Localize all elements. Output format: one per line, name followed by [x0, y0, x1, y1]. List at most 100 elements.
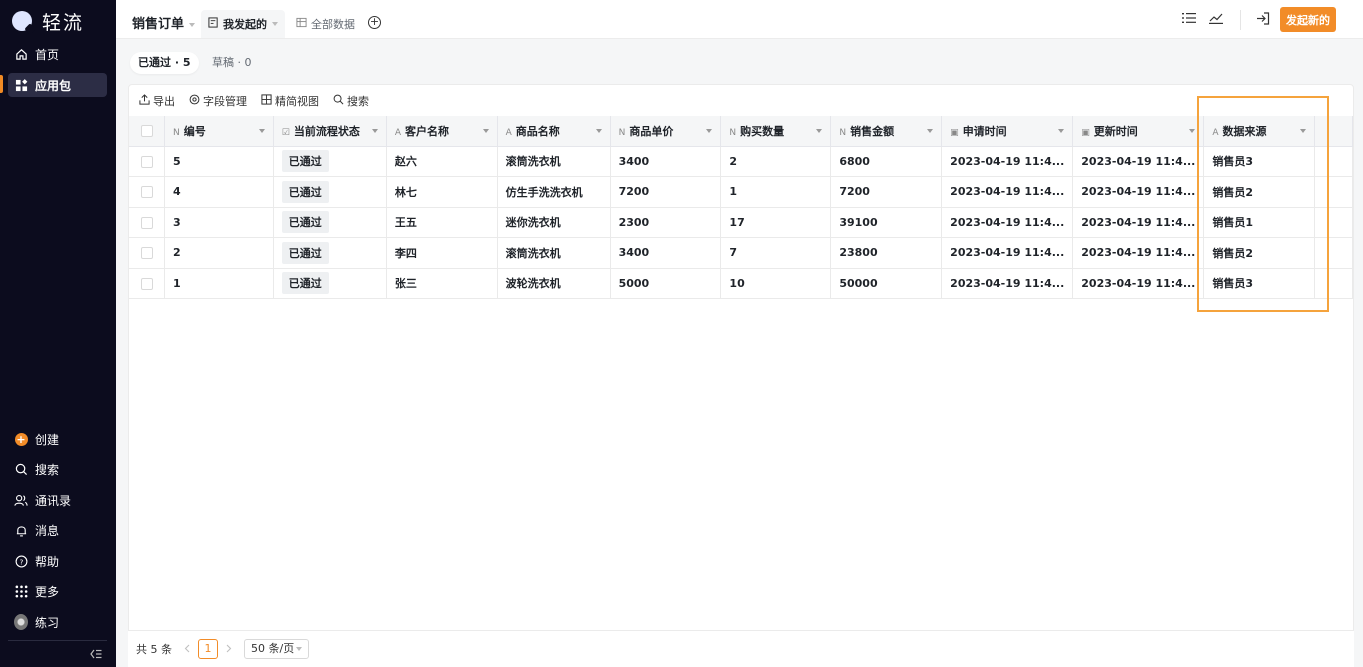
cell-status: 已通过 — [273, 268, 387, 299]
cell-apply-time: 2023-04-19 11:4... — [941, 268, 1074, 299]
settings-icon — [189, 94, 200, 108]
tab-my-submitted[interactable]: 我发起的 — [201, 10, 285, 38]
cell-product: 仿生手洗洗衣机 — [497, 176, 611, 208]
table-row[interactable]: 3 已通过 王五 迷你洗衣机 2300 17 39100 2023-04-19 … — [129, 207, 1353, 238]
sidebar: 轻流 首页 应用包 + 创建 搜索 通讯录 消息 ? 帮助 更多 练习 — [0, 0, 116, 667]
chevron-down-icon[interactable] — [1300, 129, 1307, 133]
sidebar-item-messages[interactable]: 消息 — [8, 518, 107, 542]
chevron-down-icon[interactable] — [816, 129, 823, 133]
sidebar-item-help[interactable]: ? 帮助 — [8, 549, 107, 573]
contacts-icon — [14, 493, 28, 507]
cell-update-time: 2023-04-19 11:4... — [1072, 237, 1205, 269]
column-header[interactable]: A 客户名称 — [386, 116, 498, 147]
cell-status: 已通过 — [273, 207, 387, 238]
column-header[interactable]: N 购买数量 — [720, 116, 832, 147]
sidebar-item-contacts[interactable]: 通讯录 — [8, 488, 107, 512]
sidebar-item-more[interactable]: 更多 — [8, 579, 107, 603]
tab-all-data[interactable]: 全部数据 — [289, 10, 362, 38]
tab-approved[interactable]: 已通过 · 5 — [130, 52, 199, 74]
search-icon — [14, 462, 28, 476]
add-view-icon[interactable]: + — [368, 16, 381, 29]
cell-id: 2 — [164, 237, 274, 269]
total-count: 共 5 条 — [136, 643, 172, 656]
trend-chart-icon[interactable] — [1209, 12, 1223, 28]
cell-customer: 张三 — [386, 268, 498, 299]
table-search-button[interactable]: 搜索 — [333, 93, 369, 109]
chevron-down-icon[interactable] — [258, 129, 265, 133]
table-icon — [296, 17, 307, 31]
sidebar-item-search[interactable]: 搜索 — [8, 457, 107, 481]
row-checkbox[interactable] — [129, 207, 166, 238]
brand-logo[interactable]: 轻流 — [12, 8, 84, 34]
cell-source: 销售员1 — [1203, 207, 1316, 238]
chevron-down-icon[interactable] — [706, 129, 713, 133]
text-field-icon: A — [1212, 127, 1219, 138]
cell-customer: 赵六 — [386, 146, 498, 177]
column-header[interactable]: ☑ 当前流程状态 — [273, 116, 387, 147]
row-checkbox[interactable] — [129, 146, 166, 177]
column-header[interactable]: N 销售金额 — [830, 116, 943, 147]
sidebar-item-label: 通讯录 — [35, 493, 72, 508]
column-header[interactable]: N 编号 — [164, 116, 274, 147]
apps-icon — [14, 78, 28, 92]
column-header[interactable]: N 商品单价 — [610, 116, 722, 147]
status-badge: 已通过 — [281, 180, 329, 203]
column-header[interactable]: A 数据来源 — [1203, 116, 1316, 147]
table-row[interactable]: 2 已通过 李四 滚筒洗衣机 3400 7 23800 2023-04-19 1… — [129, 237, 1353, 269]
next-page-icon[interactable] — [226, 643, 232, 656]
cell-amount: 50000 — [830, 268, 943, 299]
sidebar-item-apps[interactable]: 应用包 — [8, 73, 107, 97]
page-size-select[interactable]: 50 条/页 — [244, 639, 310, 659]
cell-status: 已通过 — [273, 146, 387, 177]
table-toolbar: 导出 字段管理 精简视图 搜索 — [139, 91, 383, 111]
cell-customer: 李四 — [386, 237, 498, 269]
chevron-down-icon[interactable] — [595, 129, 602, 133]
number-field-icon: N — [839, 127, 847, 138]
exit-icon[interactable] — [1256, 12, 1270, 29]
chevron-down-icon[interactable] — [1058, 129, 1065, 133]
chevron-down-icon[interactable] — [482, 129, 489, 133]
cell-product: 迷你洗衣机 — [497, 207, 611, 238]
number-field-icon: N — [729, 127, 737, 138]
collapse-sidebar-icon[interactable] — [90, 648, 102, 662]
tab-drafts[interactable]: 草稿 · 0 — [204, 52, 260, 74]
compact-view-button[interactable]: 精简视图 — [261, 93, 319, 109]
brand-name: 轻流 — [42, 11, 85, 34]
column-header[interactable]: ▣ 申请时间 — [941, 116, 1074, 147]
table-row[interactable]: 4 已通过 林七 仿生手洗洗衣机 7200 1 7200 2023-04-19 … — [129, 176, 1353, 208]
sidebar-item-label: 搜索 — [35, 462, 60, 477]
sidebar-item-home[interactable]: 首页 — [8, 42, 107, 66]
cell-spacer — [1314, 176, 1353, 208]
table-header-row: N 编号 ☑ 当前流程状态 A 客户名称 A 商品名称 N 商品单价 N 购买数量 N 销售金… — [129, 116, 1353, 147]
chevron-down-icon[interactable] — [1189, 129, 1196, 133]
cell-product: 滚筒洗衣机 — [497, 146, 611, 177]
cell-source: 销售员3 — [1203, 268, 1316, 299]
table-row[interactable]: 5 已通过 赵六 滚筒洗衣机 3400 2 6800 2023-04-19 11… — [129, 146, 1353, 177]
column-header[interactable]: A 商品名称 — [497, 116, 611, 147]
sidebar-item-practice[interactable]: 练习 — [8, 610, 107, 634]
sidebar-item-create[interactable]: + 创建 — [8, 427, 107, 451]
page-number-button[interactable]: 1 — [198, 639, 218, 659]
list-settings-icon[interactable] — [1182, 12, 1196, 28]
chevron-down-icon[interactable] — [927, 129, 934, 133]
cell-id: 3 — [164, 207, 274, 238]
column-header[interactable]: ▣ 更新时间 — [1072, 116, 1205, 147]
row-checkbox[interactable] — [129, 268, 166, 299]
sidebar-item-label: 创建 — [35, 432, 60, 447]
checkbox-field-icon: ☑ — [281, 127, 290, 138]
cell-apply-time: 2023-04-19 11:4... — [941, 237, 1074, 269]
field-management-button[interactable]: 字段管理 — [189, 93, 247, 109]
prev-page-icon[interactable] — [184, 643, 190, 656]
row-checkbox[interactable] — [129, 237, 166, 269]
table-row[interactable]: 1 已通过 张三 波轮洗衣机 5000 10 50000 2023-04-19 … — [129, 268, 1353, 299]
app-title[interactable]: 销售订单 — [132, 13, 196, 32]
export-button[interactable]: 导出 — [139, 93, 175, 109]
select-all-checkbox[interactable] — [129, 116, 166, 147]
cell-update-time: 2023-04-19 11:4... — [1072, 207, 1205, 238]
cell-spacer — [1314, 268, 1353, 299]
row-checkbox[interactable] — [129, 176, 166, 208]
status-badge: 已通过 — [281, 241, 329, 264]
start-new-button[interactable]: 发起新的 — [1280, 7, 1336, 32]
help-icon: ? — [14, 554, 28, 568]
chevron-down-icon[interactable] — [371, 129, 378, 133]
